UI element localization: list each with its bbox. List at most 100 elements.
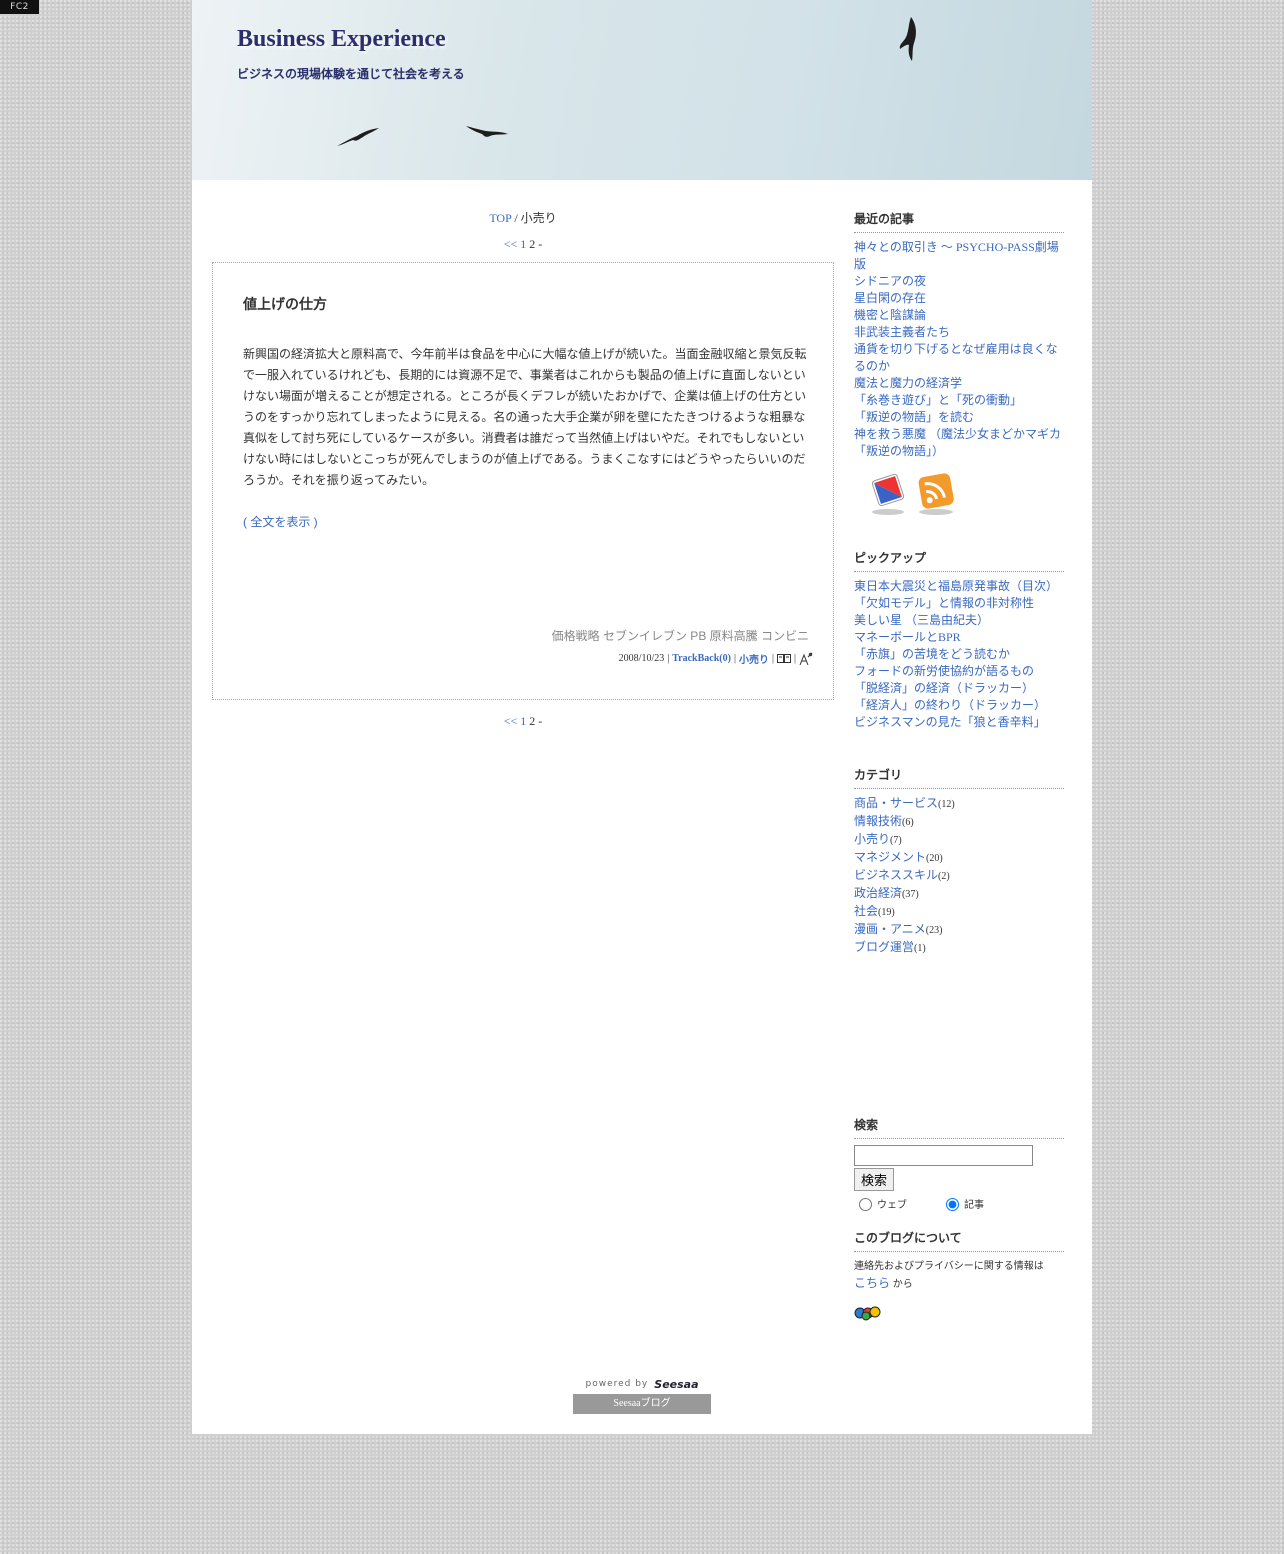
bird-image xyxy=(466,126,508,137)
about-suffix: から xyxy=(892,1279,913,1290)
powered-by-banner: powered by Seesaa xyxy=(573,1374,711,1394)
article-link[interactable]: 「叛逆の物語」を読む xyxy=(854,410,974,424)
article-link[interactable]: 「経済人」の終わり（ドラッカー） xyxy=(854,698,1046,712)
about-link[interactable]: こちら xyxy=(854,1276,890,1290)
recent-articles-section: 最近の記事 神々との取引き ～ PSYCHO-PASS劇場版シドニアの夜 星白閑の… xyxy=(854,210,1064,516)
list-item: マネジメント(20) xyxy=(854,849,1064,867)
article-link[interactable]: 東日本大震災と福島原発事故（目次） xyxy=(854,579,1058,593)
article-link[interactable]: 神々との取引き ～ PSYCHO-PASS劇場版 xyxy=(854,240,1059,271)
category-link[interactable]: 社会 xyxy=(854,904,878,918)
pager-suffix: - xyxy=(538,237,543,251)
about-text: 連絡先およびプライバシーに関する情報は xyxy=(854,1261,1044,1272)
list-item: 非武装主義者たち xyxy=(854,324,1064,341)
category-list: 商品・サービス(12) 情報技術(6) 小売り(7) マネジメント(20) ビジネススキ… xyxy=(854,795,1064,957)
list-item: 通貨を切り下げるとなぜ雇用は良くなるのか xyxy=(854,341,1064,375)
list-item: マネーボールとBPR xyxy=(854,629,1064,646)
entry-tags: 価格戦略 セブンイレブン PB 原料高騰 コンビニ xyxy=(551,629,809,643)
page-container: Business Experience ビジネスの現場体験を通じて社会を考える … xyxy=(192,0,1092,1434)
article-link[interactable]: 星白閑の存在 xyxy=(854,291,926,305)
search-article-option[interactable]: 記事 xyxy=(941,1195,984,1211)
category-section: カテゴリ 商品・サービス(12) 情報技術(6) 小売り(7) マネジメント(20) ビ… xyxy=(854,766,1064,957)
pager-bottom: << 1 2 - xyxy=(212,714,834,729)
pager-prev-link[interactable]: << xyxy=(504,714,518,728)
article-link[interactable]: ビジネスマンの見た「狼と香辛料」 xyxy=(854,715,1046,729)
recent-articles-list: 神々との取引き ～ PSYCHO-PASS劇場版シドニアの夜 星白閑の存在 機密と陰… xyxy=(854,239,1064,460)
feed-icons xyxy=(870,472,1064,516)
breadcrumb-current: 小売り xyxy=(520,211,557,225)
breadcrumb-top-link[interactable]: TOP xyxy=(489,211,511,225)
list-item: 「欠如モデル」と情報の非対称性 xyxy=(854,595,1064,612)
article-link[interactable]: 神を救う悪魔 （魔法少女まどかマギカ「叛逆の物語」） xyxy=(854,427,1061,458)
search-web-radio[interactable] xyxy=(859,1198,872,1211)
article-link[interactable]: 「欠如モデル」と情報の非対称性 xyxy=(854,596,1034,610)
search-web-option[interactable]: ウェブ xyxy=(854,1195,907,1211)
bird-image xyxy=(899,17,916,61)
rss-feed-icon[interactable] xyxy=(916,472,956,516)
read-more-link[interactable]: ( 全文を表示 ) xyxy=(243,513,318,530)
category-count: (20) xyxy=(926,853,943,864)
entry-date: 2008/10/23 xyxy=(618,653,665,664)
list-item: 神を救う悪魔 （魔法少女まどかマギカ「叛逆の物語」） xyxy=(854,426,1064,460)
entry-footer: 2008/10/23 | TrackBack(0) | 小売り | | xyxy=(619,651,813,666)
list-item: 「経済人」の終わり（ドラッカー） xyxy=(854,697,1064,714)
seesaa-logo-icon[interactable] xyxy=(854,1305,882,1321)
search-input[interactable] xyxy=(854,1145,1033,1166)
category-count: (19) xyxy=(878,907,895,918)
pager-page-1-link[interactable]: 1 xyxy=(520,237,526,251)
breadcrumb-separator: / xyxy=(514,211,518,225)
search-article-radio[interactable] xyxy=(946,1198,959,1211)
article-link[interactable]: シドニアの夜 xyxy=(854,274,926,288)
article-link[interactable]: 通貨を切り下げるとなぜ雇用は良くなるのか xyxy=(854,342,1058,373)
breadcrumb: TOP / 小売り xyxy=(212,210,834,226)
article-link[interactable]: 美しい星 （三島由紀夫） xyxy=(854,613,989,627)
meta-separator: | xyxy=(733,653,736,664)
list-item: 「糸巻き遊び」と「死の衝動」 xyxy=(854,392,1064,409)
list-item: 東日本大震災と福島原発事故（目次） xyxy=(854,578,1064,595)
bookmark-icon[interactable] xyxy=(776,653,791,664)
search-scope: ウェブ 記事 xyxy=(854,1195,1064,1211)
category-count: (23) xyxy=(925,925,943,936)
category-link[interactable]: ブログ運営 xyxy=(854,940,914,954)
pager-prev-link[interactable]: << xyxy=(504,237,518,251)
search-section: 検索 検索 ウェブ 記事 xyxy=(854,1116,1064,1211)
category-link[interactable]: ビジネススキル xyxy=(854,868,938,882)
search-web-label: ウェブ xyxy=(877,1199,907,1211)
pager-suffix: - xyxy=(538,714,543,728)
seesaa-blog-link[interactable]: Seesaaブログ xyxy=(573,1394,711,1414)
category-link[interactable]: 商品・サービス xyxy=(854,796,938,810)
meta-separator: | xyxy=(667,653,670,664)
article-link[interactable]: 非武装主義者たち xyxy=(854,325,950,339)
meta-separator: | xyxy=(793,653,796,664)
pager-page-1-link[interactable]: 1 xyxy=(520,714,526,728)
article-link[interactable]: マネーボールとBPR xyxy=(854,630,961,644)
article-link[interactable]: 「赤旗」の苦境をどう読むか xyxy=(854,647,1010,661)
article-link[interactable]: フォードの新労使協約が語るもの xyxy=(854,664,1034,678)
list-item: 商品・サービス(12) xyxy=(854,795,1064,813)
category-link[interactable]: 漫画・アニメ xyxy=(854,922,926,936)
entry-category-link[interactable]: 小売り xyxy=(739,651,769,666)
category-link[interactable]: マネジメント xyxy=(854,850,926,864)
article-link[interactable]: 「糸巻き遊び」と「死の衝動」 xyxy=(854,393,1022,407)
bookmark-feed-icon[interactable] xyxy=(870,472,906,516)
search-button[interactable]: 検索 xyxy=(854,1168,895,1191)
category-count: (1) xyxy=(914,943,926,954)
list-item: 漫画・アニメ(23) xyxy=(854,921,1064,939)
recent-articles-heading: 最近の記事 xyxy=(854,210,1064,233)
article-link[interactable]: 機密と陰謀論 xyxy=(854,308,926,322)
list-item: 魔法と魔力の経済学 xyxy=(854,375,1064,392)
trackback-link[interactable]: TrackBack(0) xyxy=(672,653,731,664)
category-link[interactable]: 政治経済 xyxy=(854,886,902,900)
article-link[interactable]: 「脱経済」の経済（ドラッカー） xyxy=(854,681,1034,695)
category-link[interactable]: 情報技術 xyxy=(854,814,902,828)
powered-by-badge[interactable]: powered by Seesaa Seesaaブログ xyxy=(573,1374,711,1414)
fc2-badge[interactable]: FC2 xyxy=(0,0,39,14)
list-item: 星白閑の存在 xyxy=(854,290,1064,307)
category-link[interactable]: 小売り xyxy=(854,832,890,846)
meta-separator: | xyxy=(771,653,774,664)
site-title[interactable]: Business Experience xyxy=(237,26,446,53)
edit-icon[interactable] xyxy=(799,652,813,666)
list-item: ビジネススキル(2) xyxy=(854,867,1064,885)
list-item: 政治経済(37) xyxy=(854,885,1064,903)
pickup-section: ピックアップ 東日本大震災と福島原発事故（目次） 「欠如モデル」と情報の非対称性美… xyxy=(854,549,1064,731)
article-link[interactable]: 魔法と魔力の経済学 xyxy=(854,376,962,390)
